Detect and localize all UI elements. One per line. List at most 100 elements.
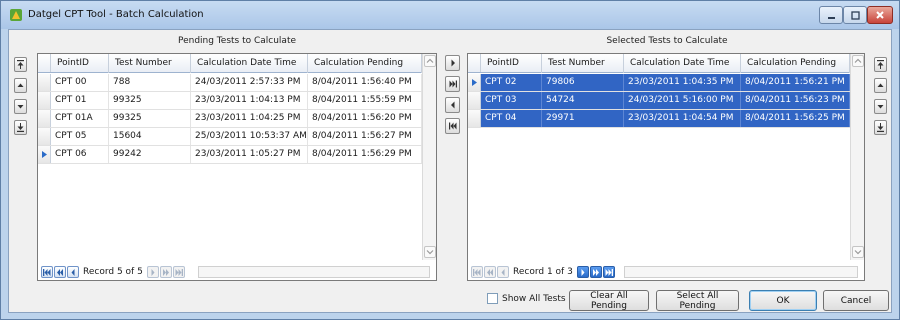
clear-all-pending-button[interactable]: Clear All Pending — [569, 290, 649, 311]
cancel-button[interactable]: Cancel — [823, 290, 889, 311]
move-to-bottom-icon — [877, 123, 884, 132]
move-to-top-icon — [17, 60, 24, 69]
table-row[interactable]: CPT 01 99325 23/03/2011 1:04:13 PM 8/04/… — [38, 92, 422, 110]
table-row[interactable]: CPT 05 15604 25/03/2011 10:53:37 AM 8/04… — [38, 128, 422, 146]
ok-button[interactable]: OK — [749, 290, 817, 311]
pending-move-up-button[interactable] — [14, 78, 27, 93]
move-up-icon — [17, 83, 24, 87]
selected-move-top-button[interactable] — [874, 57, 887, 72]
close-button[interactable] — [867, 6, 893, 24]
scroll-up-arrow[interactable] — [424, 55, 436, 67]
selected-horizontal-scrollbar[interactable] — [624, 266, 858, 278]
selected-record-navigator: Record 1 of 3 — [471, 264, 616, 280]
first-record-icon — [43, 268, 51, 276]
row-selector[interactable] — [38, 128, 51, 145]
next-page-button[interactable] — [589, 266, 602, 278]
pending-tests-grid[interactable]: PointID Test Number Calculation Date Tim… — [37, 53, 437, 281]
next-page-button[interactable] — [159, 266, 172, 278]
next-page-icon — [592, 268, 599, 276]
cell-calculation-pending: 8/04/2011 1:56:29 PM — [308, 146, 422, 163]
previous-record-button[interactable] — [497, 266, 509, 278]
select-all-pending-button[interactable]: Select All Pending — [656, 290, 739, 311]
cell-pointid: CPT 00 — [51, 74, 109, 91]
pending-col-pointid[interactable]: PointID — [51, 54, 109, 73]
show-all-tests-option[interactable]: Show All Tests — [487, 293, 566, 304]
table-row[interactable]: CPT 04 29971 23/03/2011 1:04:54 PM 8/04/… — [468, 110, 850, 128]
last-record-button[interactable] — [602, 266, 615, 278]
cell-calculation-pending: 8/04/2011 1:55:59 PM — [308, 92, 422, 109]
first-record-button[interactable] — [471, 266, 483, 278]
selected-panel-title: Selected Tests to Calculate — [606, 36, 728, 46]
selected-move-up-button[interactable] — [874, 78, 887, 93]
add-all-button[interactable] — [445, 76, 460, 92]
pending-grid-header: PointID Test Number Calculation Date Tim… — [38, 54, 422, 73]
first-record-button[interactable] — [41, 266, 53, 278]
last-record-button[interactable] — [172, 266, 185, 278]
title-bar[interactable]: Datgel CPT Tool - Batch Calculation — [1, 1, 899, 29]
table-row[interactable]: CPT 02 79806 23/03/2011 1:04:35 PM 8/04/… — [468, 74, 850, 92]
row-selector[interactable] — [468, 110, 481, 127]
selected-header-selector — [468, 54, 481, 72]
cell-calculation-date-time: 23/03/2011 1:04:35 PM — [624, 74, 741, 91]
scroll-down-arrow[interactable] — [424, 246, 436, 258]
previous-record-icon — [71, 268, 75, 276]
pending-col-calculation-pending[interactable]: Calculation Pending — [308, 54, 422, 73]
next-record-button[interactable] — [576, 266, 589, 278]
previous-page-icon — [487, 268, 493, 276]
cell-test-number: 15604 — [109, 128, 191, 145]
row-selector[interactable] — [468, 74, 481, 91]
next-page-icon — [162, 268, 169, 276]
minimize-button[interactable] — [819, 6, 843, 24]
row-selector[interactable] — [38, 92, 51, 109]
selected-vertical-scrollbar[interactable] — [850, 54, 864, 260]
selected-tests-grid[interactable]: PointID Test Number Calculation Date Tim… — [467, 53, 865, 281]
row-selector[interactable] — [38, 74, 51, 91]
cell-test-number: 54724 — [542, 92, 624, 109]
cell-calculation-date-time: 24/03/2011 5:16:00 PM — [624, 92, 741, 109]
pending-panel-title: Pending Tests to Calculate — [177, 36, 297, 46]
next-record-button[interactable] — [146, 266, 159, 278]
scroll-down-arrow[interactable] — [852, 246, 864, 258]
cell-test-number: 99325 — [109, 92, 191, 109]
remove-selected-button[interactable] — [445, 97, 460, 113]
first-record-icon — [473, 268, 481, 276]
pending-move-bottom-button[interactable] — [14, 120, 27, 135]
pending-move-down-button[interactable] — [14, 99, 27, 114]
pending-col-test-number[interactable]: Test Number — [109, 54, 191, 73]
row-selector[interactable] — [38, 110, 51, 127]
previous-record-button[interactable] — [67, 266, 79, 278]
move-down-icon — [877, 105, 884, 109]
app-icon — [10, 9, 22, 21]
selected-col-calculation-date-time[interactable]: Calculation Date Time — [624, 54, 741, 73]
table-row[interactable]: CPT 03 54724 24/03/2011 5:16:00 PM 8/04/… — [468, 92, 850, 110]
cell-calculation-date-time: 23/03/2011 1:04:25 PM — [191, 110, 308, 127]
row-selector[interactable] — [468, 92, 481, 109]
scroll-up-arrow[interactable] — [852, 55, 864, 67]
move-all-right-icon — [449, 80, 457, 88]
last-record-icon — [605, 268, 613, 276]
remove-all-button[interactable] — [445, 118, 460, 134]
dialog-body: Pending Tests to Calculate Selected Test… — [8, 29, 892, 313]
cell-calculation-pending: 8/04/2011 1:56:23 PM — [741, 92, 850, 109]
pending-vertical-scrollbar[interactable] — [422, 54, 436, 260]
table-row[interactable]: CPT 00 788 24/03/2011 2:57:33 PM 8/04/20… — [38, 74, 422, 92]
previous-page-button[interactable] — [54, 266, 66, 278]
add-selected-button[interactable] — [445, 55, 460, 71]
selected-move-bottom-button[interactable] — [874, 120, 887, 135]
cell-calculation-date-time: 25/03/2011 10:53:37 AM — [191, 128, 308, 145]
cell-test-number: 79806 — [542, 74, 624, 91]
show-all-tests-checkbox[interactable] — [487, 293, 498, 304]
pending-move-top-button[interactable] — [14, 57, 27, 72]
row-selector[interactable] — [38, 146, 51, 163]
selected-col-pointid[interactable]: PointID — [481, 54, 542, 73]
selected-col-calculation-pending[interactable]: Calculation Pending — [741, 54, 850, 73]
cell-calculation-pending: 8/04/2011 1:56:27 PM — [308, 128, 422, 145]
pending-horizontal-scrollbar[interactable] — [198, 266, 430, 278]
selected-move-down-button[interactable] — [874, 99, 887, 114]
previous-page-button[interactable] — [484, 266, 496, 278]
maximize-button[interactable] — [843, 6, 867, 24]
pending-col-calculation-date-time[interactable]: Calculation Date Time — [191, 54, 308, 73]
table-row[interactable]: CPT 06 99242 23/03/2011 1:05:27 PM 8/04/… — [38, 146, 422, 164]
selected-col-test-number[interactable]: Test Number — [542, 54, 624, 73]
table-row[interactable]: CPT 01A 99325 23/03/2011 1:04:25 PM 8/04… — [38, 110, 422, 128]
